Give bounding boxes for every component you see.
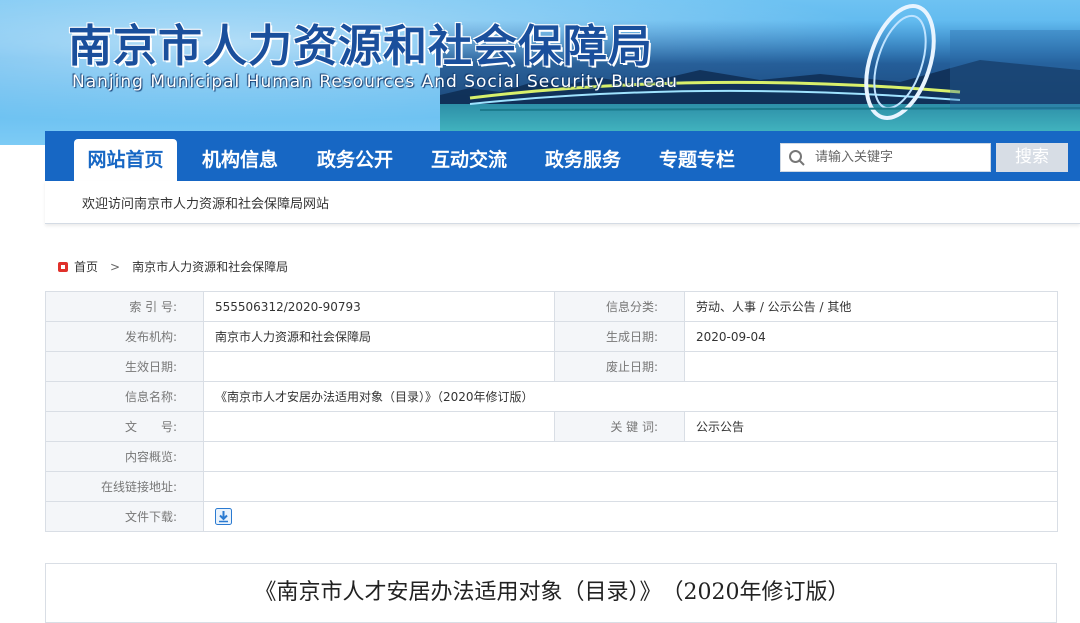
table-row: 文 号: 关 键 词: 公示公告: [45, 411, 1058, 442]
file-download-cell: [203, 501, 1058, 532]
site-title: 南京市人力资源和社会保障局: [68, 21, 653, 72]
summary-label: 内容概览:: [45, 441, 204, 472]
table-row: 在线链接地址:: [45, 471, 1058, 502]
info-name-value: 《南京市人才安居办法适用对象（目录）》（2020年修订版）: [203, 381, 1058, 412]
search-box: [780, 143, 991, 172]
breadcrumb-home[interactable]: 首页: [74, 260, 98, 274]
index-label: 索 引 号:: [45, 291, 204, 322]
publisher-label: 发布机构:: [45, 321, 204, 352]
welcome-bar: 欢迎访问南京市人力资源和社会保障局网站: [45, 181, 1080, 224]
index-value: 555506312/2020-90793: [203, 291, 555, 322]
nav-item-topics[interactable]: 专题专栏: [645, 139, 749, 181]
expire-date-label: 废止日期:: [554, 351, 685, 382]
main-nav: 网站首页 机构信息 政务公开 互动交流 政务服务 专题专栏 搜索: [45, 131, 1080, 181]
table-row: 内容概览:: [45, 441, 1058, 472]
welcome-text: 欢迎访问南京市人力资源和社会保障局网站: [82, 197, 330, 212]
site-subtitle: Nanjing Municipal Human Resources And So…: [72, 72, 678, 92]
breadcrumb: 首页 > 南京市人力资源和社会保障局: [58, 258, 288, 278]
breadcrumb-current[interactable]: 南京市人力资源和社会保障局: [132, 260, 288, 274]
created-date-label: 生成日期:: [554, 321, 685, 352]
search-input[interactable]: [815, 146, 985, 169]
table-row: 索 引 号: 555506312/2020-90793 信息分类: 劳动、人事 …: [45, 291, 1058, 322]
nav-item-interaction[interactable]: 互动交流: [417, 139, 521, 181]
nav-item-services[interactable]: 政务服务: [531, 139, 635, 181]
document-number-label: 文 号:: [45, 411, 204, 442]
article-panel: 《南京市人才安居办法适用对象（目录）》 （2020年修订版）: [45, 563, 1057, 623]
home-icon: [58, 262, 68, 272]
search-icon: [789, 150, 805, 166]
summary-value: [203, 441, 1058, 472]
header-banner: 南京市人力资源和社会保障局 Nanjing Municipal Human Re…: [0, 0, 1080, 145]
table-row: 生效日期: 废止日期:: [45, 351, 1058, 382]
expire-date-value: [684, 351, 1058, 382]
table-row: 文件下载:: [45, 501, 1058, 532]
file-download-label: 文件下载:: [45, 501, 204, 532]
document-info-table: 索 引 号: 555506312/2020-90793 信息分类: 劳动、人事 …: [45, 291, 1058, 532]
document-number-value: [203, 411, 555, 442]
category-label: 信息分类:: [554, 291, 685, 322]
online-link-value[interactable]: [203, 471, 1058, 502]
publisher-value: 南京市人力资源和社会保障局: [203, 321, 555, 352]
search-button[interactable]: 搜索: [996, 143, 1068, 172]
effective-date-value: [203, 351, 555, 382]
online-link-label: 在线链接地址:: [45, 471, 204, 502]
table-row: 发布机构: 南京市人力资源和社会保障局 生成日期: 2020-09-04: [45, 321, 1058, 352]
nav-item-government-affairs[interactable]: 政务公开: [303, 139, 407, 181]
nav-item-organization[interactable]: 机构信息: [188, 139, 292, 181]
breadcrumb-separator: >: [110, 260, 121, 274]
keywords-label: 关 键 词:: [554, 411, 685, 442]
category-value: 劳动、人事 / 公示公告 / 其他: [684, 291, 1058, 322]
article-title: 《南京市人才安居办法适用对象（目录）》 （2020年修订版）: [254, 580, 850, 605]
keywords-value: 公示公告: [684, 411, 1058, 442]
info-name-label: 信息名称:: [45, 381, 204, 412]
table-row: 信息名称: 《南京市人才安居办法适用对象（目录）》（2020年修订版）: [45, 381, 1058, 412]
download-icon[interactable]: [215, 508, 232, 525]
nav-item-home[interactable]: 网站首页: [74, 139, 177, 181]
effective-date-label: 生效日期:: [45, 351, 204, 382]
created-date-value: 2020-09-04: [684, 321, 1058, 352]
